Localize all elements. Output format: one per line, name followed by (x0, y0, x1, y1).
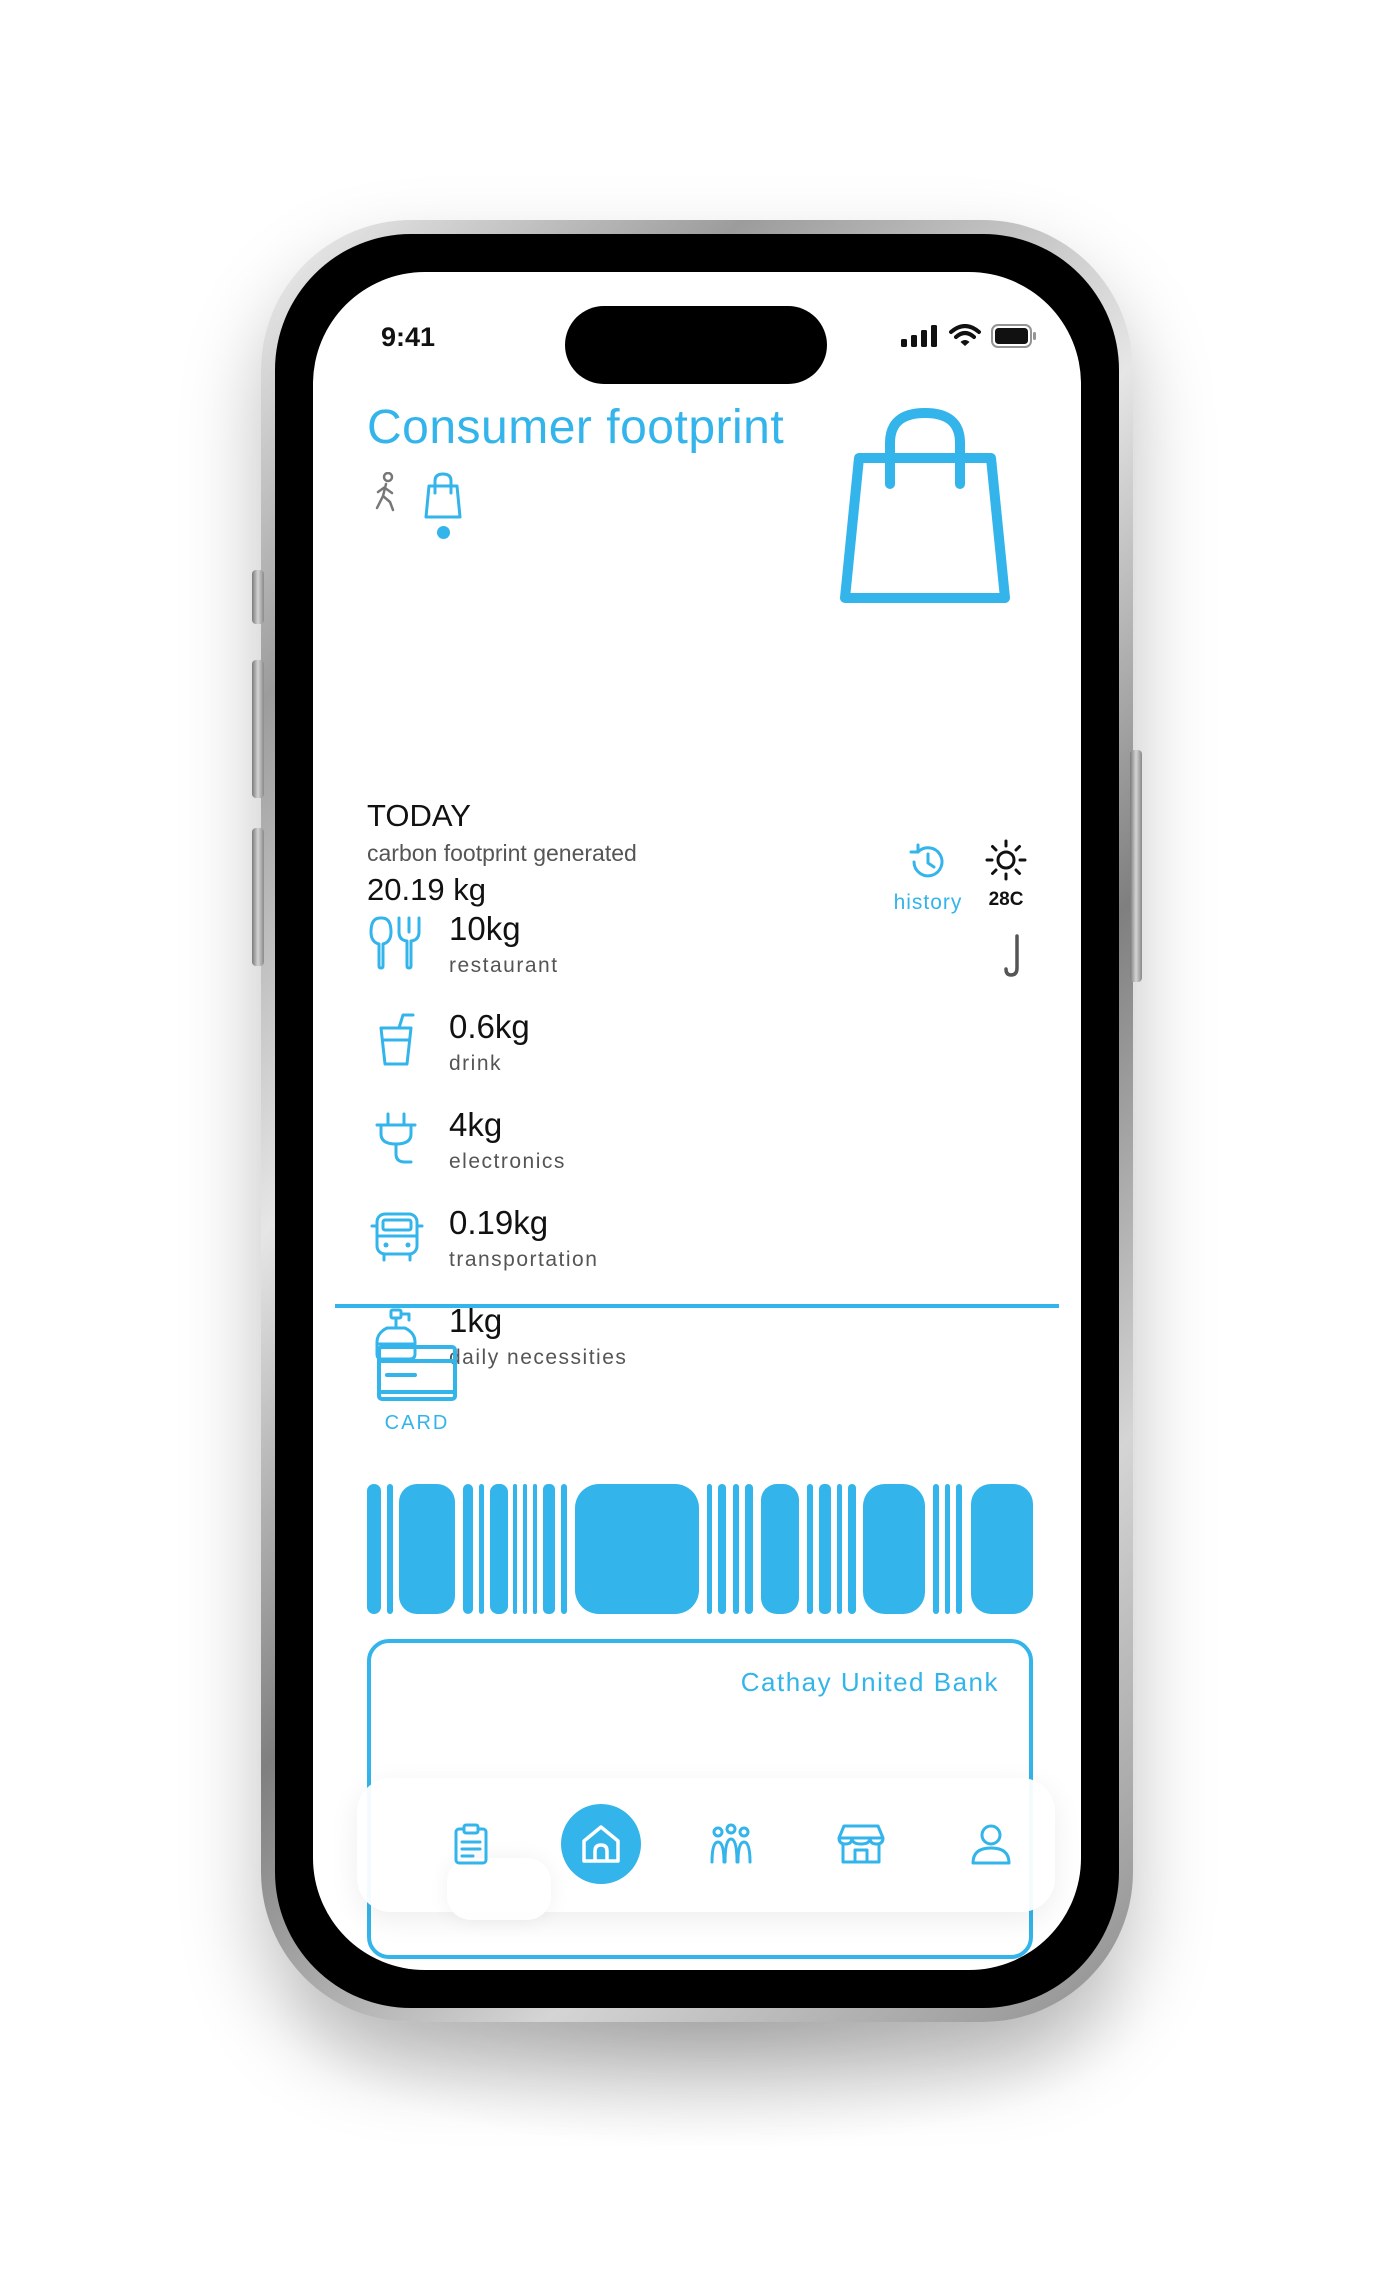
category-value: 4kg (449, 1106, 503, 1143)
category-label: restaurant (449, 954, 559, 977)
section-divider (335, 1304, 1059, 1308)
profile-icon (971, 1824, 1011, 1865)
summary-subtitle: carbon footprint generated (367, 840, 637, 866)
tab-community[interactable] (691, 1804, 771, 1884)
clipboard-icon (454, 1823, 488, 1865)
active-mode-dot (436, 526, 450, 539)
bottom-tab-bar (357, 1778, 1055, 1920)
wifi-icon (949, 324, 981, 346)
power-button (1130, 750, 1142, 982)
mode-switcher (371, 472, 463, 539)
credit-card-icon[interactable] (377, 1345, 457, 1401)
phone-frame: 9:41 Consumer footprint TODAY carbon foo… (252, 220, 1142, 2022)
weather-widget: 28C (978, 838, 1034, 911)
sun-icon (985, 839, 1027, 881)
drink-cup-icon (369, 1012, 425, 1068)
total-footprint: 20.19 kg (367, 872, 486, 907)
store-icon (837, 1824, 885, 1864)
period-label: TODAY (367, 798, 471, 833)
tab-store[interactable] (821, 1804, 901, 1884)
category-value: 0.6kg (449, 1008, 530, 1045)
community-icon (710, 1823, 752, 1864)
category-value: 10kg (449, 910, 521, 947)
phone-bezel: 9:41 Consumer footprint TODAY carbon foo… (275, 234, 1119, 2008)
utensils-icon (369, 914, 425, 970)
status-icons (901, 324, 1037, 348)
tab-clipboard[interactable] (431, 1804, 511, 1884)
barcode (367, 1484, 1033, 1614)
category-label: electronics (449, 1150, 566, 1173)
shopping-bag-hero-icon (840, 408, 1010, 603)
volume-up-button (252, 660, 264, 798)
category-row-electronics[interactable]: 4kg electronics (369, 1106, 969, 1186)
plug-icon (369, 1110, 425, 1166)
history-button[interactable]: history (883, 840, 973, 915)
volume-down-button (252, 828, 264, 966)
phone-screen: 9:41 Consumer footprint TODAY carbon foo… (313, 272, 1081, 1970)
mode-shopping[interactable] (423, 472, 463, 539)
category-value: 0.19kg (449, 1204, 549, 1241)
cellular-signal-icon (901, 325, 937, 347)
temperature-label: 28C (988, 889, 1024, 910)
page-title: Consumer footprint (367, 401, 785, 454)
category-label: drink (449, 1052, 503, 1075)
home-icon (582, 1825, 620, 1863)
status-time: 9:41 (381, 322, 436, 352)
category-row-transportation[interactable]: 0.19kg transportation (369, 1204, 969, 1284)
card-label: CARD (384, 1412, 450, 1434)
walking-person-icon[interactable] (371, 472, 401, 512)
category-row-drink[interactable]: 0.6kg drink (369, 1008, 969, 1088)
shopping-bag-small-icon (424, 472, 462, 519)
bank-name: Cathay United Bank (740, 1667, 999, 1697)
category-row-restaurant[interactable]: 10kg restaurant (369, 910, 969, 990)
tab-home[interactable] (561, 1804, 641, 1884)
category-label: daily necessities (449, 1346, 628, 1369)
action-button (252, 570, 264, 624)
category-label: transportation (449, 1248, 599, 1271)
battery-icon (991, 324, 1036, 348)
hook-icon (1004, 934, 1019, 977)
bus-icon (369, 1208, 425, 1264)
category-row-daily-necessities[interactable]: 1kg daily necessities (369, 1302, 969, 1382)
history-clock-icon (909, 843, 944, 878)
dynamic-island (565, 306, 827, 384)
tab-profile[interactable] (951, 1804, 1031, 1884)
